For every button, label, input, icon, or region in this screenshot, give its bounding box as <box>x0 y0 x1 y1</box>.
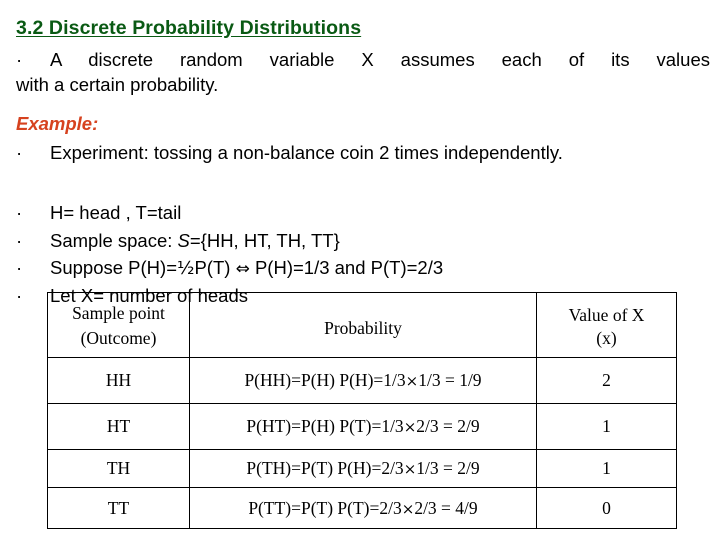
probability-distribution-table: Sample point (Outcome) Probability Value… <box>47 292 677 529</box>
cell-probability: P(HH)=P(H) P(H)=1/3×1/3 = 1/9 <box>189 357 537 404</box>
cell-probability: P(TH)=P(T) P(H)=2/3×1/3 = 2/9 <box>189 449 537 488</box>
header-sample-point-sublabel: (Outcome) <box>80 327 157 348</box>
bullet-heads-tails: · H= head , T=tail <box>16 200 181 225</box>
intro-line-1-text: A discrete random variable X assumes eac… <box>50 49 710 70</box>
bullet-icon: · <box>16 257 23 278</box>
cell-outcome: HT <box>47 403 190 450</box>
prob-lead: P(TT)=P(T) P(T)=2/3 <box>248 497 402 518</box>
header-value-of-x: Value of X (x) <box>536 292 677 358</box>
bullet-suppose: · Suppose P(H)=½P(T) ⇔ P(H)=1/3 and P(T)=… <box>16 255 443 282</box>
intro-line-1: · A discrete random variable X assumes ea… <box>16 47 710 72</box>
table-row: HT P(HT)=P(H) P(T)=1/3×2/3 = 2/9 1 <box>47 403 677 450</box>
prob-tail: 1/3 = 2/9 <box>416 458 480 478</box>
header-value-of-x-label: Value of X <box>568 304 645 325</box>
bullet-sample-space: · Sample space: S={HH, HT, TH, TT} <box>16 228 340 253</box>
header-sample-point-label: Sample point <box>72 302 165 323</box>
suppose-part-1: Suppose P(H)= <box>50 257 177 278</box>
multiply-icon: × <box>403 418 417 436</box>
intro-paragraph: · A discrete random variable X assumes ea… <box>16 47 710 97</box>
prob-lead: P(HH)=P(H) P(H)=1/3 <box>244 370 406 390</box>
prob-tail: 2/3 = 4/9 <box>414 497 478 518</box>
bullet-heads-tails-text: H= head , T=tail <box>50 202 182 223</box>
intro-line-2: with a certain probability. <box>16 74 219 95</box>
multiply-icon: × <box>401 499 415 518</box>
table-row: TH P(TH)=P(T) P(H)=2/3×1/3 = 2/9 1 <box>47 449 677 488</box>
experiment-line-1-text: Experiment: tossing a non-balance coin 2… <box>50 142 439 163</box>
bullet-icon: · <box>16 202 23 223</box>
page-title: 3.2 Discrete Probability Distributions <box>16 17 362 39</box>
sample-space-prefix: Sample space: <box>50 230 178 251</box>
cell-outcome: TH <box>47 449 190 488</box>
header-probability: Probability <box>189 292 537 358</box>
prob-lead: P(HT)=P(H) P(T)=1/3 <box>246 416 404 436</box>
one-half-symbol: ½ <box>177 258 195 279</box>
example-label: Example: <box>16 113 99 134</box>
bullet-icon: · <box>16 230 23 251</box>
table-row: TT P(TT)=P(T) P(T)=2/3×2/3 = 4/9 0 <box>47 487 677 529</box>
header-value-of-x-sublabel: (x) <box>596 327 617 348</box>
table-row: HH P(HH)=P(H) P(H)=1/3×1/3 = 1/9 2 <box>47 357 677 404</box>
experiment-line-1: · Experiment: tossing a non-balance coin … <box>16 142 439 163</box>
iff-arrow-icon: ⇔ <box>235 259 250 279</box>
sample-space-symbol: S <box>177 230 190 251</box>
cell-outcome: HH <box>47 357 190 404</box>
prob-lead: P(TH)=P(T) P(H)=2/3 <box>246 458 404 478</box>
table-header-row: Sample point (Outcome) Probability Value… <box>47 292 677 358</box>
experiment-line-2: independently. <box>443 142 563 163</box>
header-sample-point: Sample point (Outcome) <box>47 292 190 358</box>
prob-tail: 2/3 = 2/9 <box>416 416 480 436</box>
cell-outcome: TT <box>47 487 190 529</box>
cell-value-of-x: 2 <box>536 357 677 404</box>
bullet-icon: · <box>16 285 23 306</box>
prob-tail: 1/3 = 1/9 <box>418 370 482 390</box>
experiment-paragraph: · Experiment: tossing a non-balance coin … <box>16 140 710 165</box>
slide-canvas: 3.2 Discrete Probability Distributions ·… <box>0 0 720 540</box>
cell-value-of-x: 1 <box>536 403 677 450</box>
bullet-icon: · <box>16 49 23 70</box>
cell-value-of-x: 1 <box>536 449 677 488</box>
suppose-part-3: P(H)=1/3 and P(T)=2/3 <box>249 257 444 278</box>
bullet-icon: · <box>16 142 23 163</box>
header-probability-label: Probability <box>324 317 402 338</box>
multiply-icon: × <box>405 372 419 390</box>
multiply-icon: × <box>403 460 417 478</box>
cell-value-of-x: 0 <box>536 487 677 529</box>
suppose-part-2: P(T) <box>194 257 236 278</box>
cell-probability: P(HT)=P(H) P(T)=1/3×2/3 = 2/9 <box>189 403 537 450</box>
cell-probability: P(TT)=P(T) P(T)=2/3×2/3 = 4/9 <box>189 487 537 529</box>
sample-space-value: ={HH, HT, TH, TT} <box>189 230 340 251</box>
